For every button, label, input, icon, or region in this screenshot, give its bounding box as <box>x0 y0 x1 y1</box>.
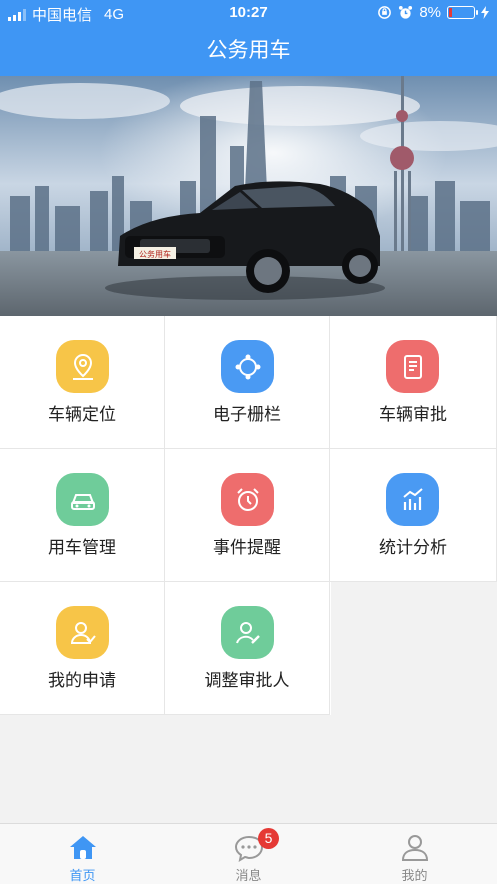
license-plate: 公务用车 <box>139 249 171 259</box>
bar-chart-icon <box>386 473 439 526</box>
tab-home[interactable]: 首页 <box>0 824 165 884</box>
tab-bar: 首页 5 消息 我的 <box>0 823 497 884</box>
menu-label: 我的申请 <box>48 671 116 690</box>
menu-geofence[interactable]: 电子栅栏 <box>165 316 330 449</box>
menu-vehicle-approval[interactable]: 车辆审批 <box>330 316 497 449</box>
home-icon <box>70 836 96 859</box>
tab-profile[interactable]: 我的 <box>332 824 497 884</box>
user-edit-icon <box>221 606 274 659</box>
tab-label: 我的 <box>401 868 428 883</box>
car-icon <box>56 473 109 526</box>
alarm-icon <box>399 5 413 19</box>
tab-label: 首页 <box>69 868 96 883</box>
menu-label: 用车管理 <box>48 538 116 557</box>
menu-vehicle-management[interactable]: 用车管理 <box>0 449 165 582</box>
menu-label: 车辆定位 <box>48 405 116 424</box>
menu-statistics[interactable]: 统计分析 <box>330 449 497 582</box>
tab-messages[interactable]: 5 消息 <box>166 824 331 884</box>
nav-bar: 公务用车 <box>0 26 497 76</box>
page-title: 公务用车 <box>206 39 291 62</box>
document-icon <box>386 340 439 393</box>
location-pin-icon <box>56 340 109 393</box>
tab-label: 消息 <box>235 868 262 883</box>
menu-label: 车辆审批 <box>379 405 447 424</box>
menu-label: 统计分析 <box>379 538 447 557</box>
battery-label: 8% <box>419 4 441 21</box>
profile-icon <box>401 835 429 861</box>
status-right: 8% <box>377 4 489 21</box>
alarm-clock-icon <box>221 473 274 526</box>
menu-event-reminder[interactable]: 事件提醒 <box>165 449 330 582</box>
function-grid: 车辆定位 电子栅栏 车辆审批 用车管理 事件提醒 统计分析 我的申请 调整审批人 <box>0 316 497 715</box>
menu-change-approver[interactable]: 调整审批人 <box>165 582 330 715</box>
geofence-icon <box>221 340 274 393</box>
menu-label: 事件提醒 <box>213 538 281 557</box>
menu-label: 调整审批人 <box>204 671 290 690</box>
user-check-icon <box>56 606 109 659</box>
orientation-lock-icon <box>378 6 392 19</box>
menu-label: 电子栅栏 <box>213 405 281 424</box>
empty-grid-cell <box>331 582 497 715</box>
banner-image[interactable]: 公务用车 <box>0 76 497 316</box>
menu-my-applications[interactable]: 我的申请 <box>0 582 165 715</box>
banner-illustration: 公务用车 <box>0 76 497 316</box>
unread-badge: 5 <box>258 828 279 849</box>
status-bar: 中国电信 4G 10:27 8% <box>0 0 497 26</box>
charging-icon <box>481 6 489 19</box>
battery-icon <box>447 6 478 19</box>
menu-vehicle-location[interactable]: 车辆定位 <box>0 316 165 449</box>
